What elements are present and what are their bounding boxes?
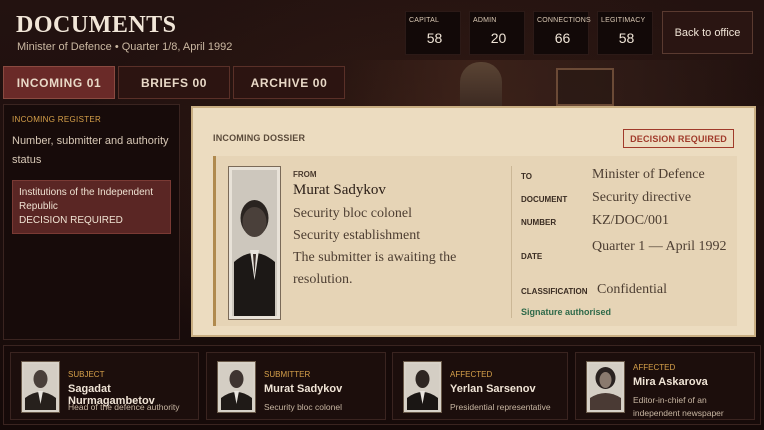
person-silhouette-icon <box>589 364 622 410</box>
involved-persons-bar: SUBJECT Sagadat Nurmagambetov Head of th… <box>3 345 761 425</box>
stat-label: LEGITIMACY <box>601 17 646 24</box>
person-silhouette-icon <box>406 364 439 410</box>
person-photo <box>586 361 625 413</box>
office-scene-backdrop <box>345 60 764 106</box>
person-photo <box>217 361 256 413</box>
back-to-office-button[interactable]: Back to office <box>662 11 753 54</box>
incoming-register-panel: INCOMING REGISTER Number, submitter and … <box>3 104 180 340</box>
person-silhouette-icon <box>232 170 277 316</box>
incoming-dossier: INCOMING DOSSIER DECISION REQUIRED FROM … <box>191 106 756 337</box>
document-tabs: INCOMING 01 BRIEFS 00 ARCHIVE 00 <box>3 66 345 99</box>
person-card-affected-1[interactable]: AFFECTED Yerlan Sarsenov Presidential re… <box>392 352 568 420</box>
person-role: SUBJECT <box>68 370 105 379</box>
stat-value: 66 <box>554 30 571 46</box>
stat-connections: CONNECTIONS 66 <box>533 11 591 55</box>
meta-classification-value: Confidential <box>597 282 667 297</box>
person-role: SUBMITTER <box>264 370 311 379</box>
stat-value: 58 <box>426 30 443 46</box>
stat-label: ADMIN <box>473 17 497 24</box>
person-name: Murat Sadykov <box>264 383 343 395</box>
meta-document-label: DOCUMENT <box>521 195 568 204</box>
register-description: Number, submitter and authority status <box>12 135 169 166</box>
tab-archive[interactable]: ARCHIVE 00 <box>233 66 345 99</box>
register-item-status: DECISION REQUIRED <box>19 215 123 226</box>
wall-portrait <box>460 62 502 106</box>
stat-value: 58 <box>618 30 635 46</box>
meta-date-label: DATE <box>521 252 543 261</box>
person-description: Head of the defence authority <box>68 402 180 412</box>
meta-classification-label: CLASSIFICATION <box>521 287 588 296</box>
signature-status: Signature authorised <box>521 307 612 317</box>
from-organisation: Security establishment <box>293 228 421 243</box>
stat-label: CONNECTIONS <box>537 17 591 24</box>
from-label: FROM <box>293 170 317 179</box>
meta-to-value: Minister of Defence <box>592 167 705 182</box>
submitter-photo <box>228 166 281 320</box>
person-name: Mira Askarova <box>633 376 708 388</box>
from-rank: Security bloc colonel <box>293 206 412 221</box>
register-item[interactable]: Institutions of the Independent Republic… <box>12 180 171 234</box>
person-silhouette-icon <box>24 364 57 410</box>
stats-bar: CAPITAL 58 ADMIN 20 CONNECTIONS 66 LEGIT… <box>405 11 653 55</box>
dossier-divider <box>511 166 512 318</box>
stat-legitimacy: LEGITIMACY 58 <box>597 11 653 55</box>
tab-incoming[interactable]: INCOMING 01 <box>3 66 115 99</box>
person-card-subject[interactable]: SUBJECT Sagadat Nurmagambetov Head of th… <box>10 352 199 420</box>
person-card-submitter[interactable]: SUBMITTER Murat Sadykov Security bloc co… <box>206 352 386 420</box>
person-description: Presidential representative <box>450 402 551 412</box>
stat-capital: CAPITAL 58 <box>405 11 461 55</box>
person-description: Editor-in-chief of an independent newspa… <box>633 395 724 418</box>
tab-briefs[interactable]: BRIEFS 00 <box>118 66 230 99</box>
register-heading: INCOMING REGISTER <box>12 115 102 124</box>
meta-number-value: KZ/DOC/001 <box>592 213 669 228</box>
person-photo <box>403 361 442 413</box>
dossier-heading: INCOMING DOSSIER <box>213 133 306 143</box>
wall-frame <box>556 68 614 106</box>
from-note: The submitter is awaiting the <box>293 250 457 265</box>
meta-document-value: Security directive <box>592 190 692 205</box>
meta-date-value: Quarter 1 — April 1992 <box>592 239 727 254</box>
stat-admin: ADMIN 20 <box>469 11 525 55</box>
from-name: Murat Sadykov <box>293 182 386 198</box>
meta-to-label: TO <box>521 172 532 181</box>
person-description: Security bloc colonel <box>264 402 342 412</box>
page-subtitle: Minister of Defence • Quarter 1/8, April… <box>17 41 233 53</box>
person-role: AFFECTED <box>633 363 676 372</box>
from-note-continued: resolution. <box>293 272 353 287</box>
person-role: AFFECTED <box>450 370 493 379</box>
person-silhouette-icon <box>220 364 253 410</box>
stat-value: 20 <box>490 30 507 46</box>
person-name: Yerlan Sarsenov <box>450 383 536 395</box>
stat-label: CAPITAL <box>409 17 440 24</box>
decision-required-badge: DECISION REQUIRED <box>623 129 734 148</box>
page-title: DOCUMENTS <box>16 12 177 38</box>
person-photo <box>21 361 60 413</box>
meta-number-label: NUMBER <box>521 218 557 227</box>
dossier-card: FROM Murat Sadykov Security bloc colonel… <box>213 156 737 326</box>
person-card-affected-2[interactable]: AFFECTED Mira Askarova Editor-in-chief o… <box>575 352 755 420</box>
register-item-title: Institutions of the Independent Republic <box>19 187 153 212</box>
